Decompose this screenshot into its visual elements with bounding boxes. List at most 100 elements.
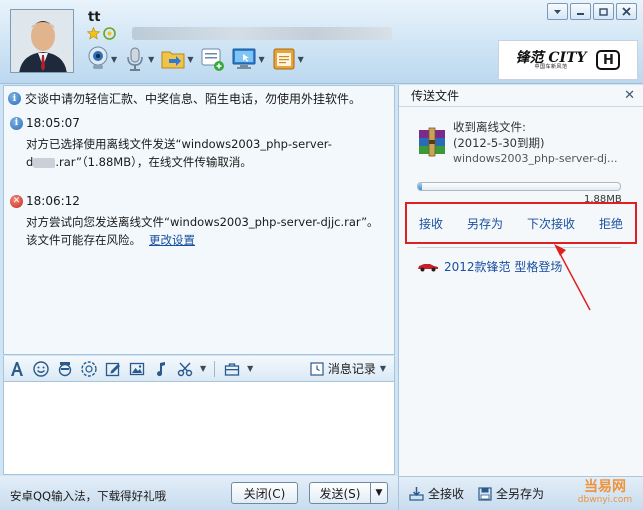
honda-logo-icon: H <box>596 50 621 70</box>
message-line-prefix: d <box>26 155 34 169</box>
chevron-down-icon[interactable]: ▼ <box>148 55 154 64</box>
clock-icon <box>310 361 324 376</box>
expiry-date: (2012-5-30到期) <box>453 136 545 150</box>
divider <box>417 247 621 248</box>
chevron-down-icon[interactable]: ▼ <box>247 364 253 373</box>
screenshot-button[interactable] <box>176 360 194 378</box>
app-panel-button[interactable]: ▼ <box>271 44 304 74</box>
message-time: 18:06:12 <box>26 194 80 208</box>
star-icon[interactable] <box>87 27 100 40</box>
message-record-label: 消息记录 <box>327 362 376 376</box>
received-label: 收到离线文件: <box>453 120 526 134</box>
edit-icon <box>105 362 120 376</box>
menu-icon <box>554 10 561 14</box>
music-button[interactable] <box>152 360 170 378</box>
message-line: 该文件可能存在风险。 <box>26 233 141 247</box>
send-options-button[interactable]: ▼ <box>370 482 388 504</box>
chat-history[interactable]: i 交谈中请勿轻信汇款、中奖信息、陌生电话，勿使用外挂软件。 i 18:05:0… <box>3 85 395 355</box>
close-icon <box>622 7 631 16</box>
input-toolbar: ▼ ▼ 消息记录 ▼ <box>3 356 395 382</box>
receive-all-icon <box>409 487 424 501</box>
header-toolbar: ▼ ▼ ▼ ▼ ▼ <box>86 44 304 74</box>
redacted-text <box>33 157 56 168</box>
minimize-icon <box>577 13 584 15</box>
system-message: ✕ 18:06:12 对方尝试向您发送离线文件“windows2003_php-… <box>10 194 379 249</box>
chevron-down-icon[interactable]: ▼ <box>187 55 193 64</box>
scissors-icon <box>177 362 193 376</box>
error-icon: ✕ <box>10 194 23 208</box>
accept-button[interactable]: 接收 <box>419 215 443 232</box>
emoji-button[interactable] <box>32 360 50 378</box>
save-as-button[interactable]: 另存为 <box>467 215 503 232</box>
image-icon <box>129 362 145 375</box>
webcam-icon <box>88 46 108 69</box>
site-watermark: 当易网 dbwnyi.com <box>569 479 641 507</box>
security-warning: i 交谈中请勿轻信汇款、中奖信息、陌生电话，勿使用外挂软件。 <box>8 90 361 107</box>
ad-link[interactable]: 2012款锋范 型格登场 <box>417 258 562 275</box>
file-actions: 接收 另存为 下次接收 拒绝 <box>405 202 637 244</box>
send-button[interactable]: 发送(S) <box>309 482 371 504</box>
maximize-button[interactable] <box>593 3 614 20</box>
receive-all-button[interactable]: 全接收 <box>409 485 464 502</box>
send-file-button[interactable]: ▼ <box>160 44 193 74</box>
contact-avatar[interactable] <box>10 9 74 73</box>
chevron-down-icon[interactable]: ▼ <box>258 55 264 64</box>
contact-signature <box>132 27 392 40</box>
font-button[interactable] <box>8 360 26 378</box>
chevron-down-icon[interactable]: ▼ <box>111 55 117 64</box>
ad-link-text: 2012款锋范 型格登场 <box>444 260 563 274</box>
monitor-icon <box>232 48 256 69</box>
video-call-button[interactable]: ▼ <box>86 44 117 74</box>
progress-fill <box>418 183 423 190</box>
close-button[interactable] <box>616 3 637 20</box>
file-transfer-panel: 传送文件 ✕ 收到离线文件: (2012-5-30到期) windows2003… <box>398 85 643 510</box>
promo-link[interactable]: 安卓QQ输入法，下载得好礼哦 <box>10 488 166 504</box>
message-input[interactable] <box>3 382 395 475</box>
chevron-down-icon[interactable]: ▼ <box>298 55 304 64</box>
toolbox-button[interactable] <box>223 360 241 378</box>
ad-banner-logo[interactable]: 锋范 CITY 中国车新风范 H <box>498 40 638 80</box>
watermark-title: 当易网 <box>584 479 626 495</box>
message-record-button[interactable]: 消息记录 ▼ <box>310 360 386 377</box>
vip-emoji-button[interactable] <box>56 360 74 378</box>
music-note-icon <box>157 361 165 376</box>
penguin-face-icon <box>58 361 72 376</box>
save-all-label: 全另存为 <box>496 487 545 501</box>
info-icon: i <box>8 92 21 105</box>
microphone-icon <box>127 47 143 71</box>
message-line: 对方尝试向您发送离线文件“windows2003_php-server-djjc… <box>26 215 379 229</box>
window-controls <box>547 3 637 20</box>
close-icon[interactable]: ✕ <box>624 88 635 103</box>
change-settings-link[interactable]: 更改设置 <box>149 233 195 247</box>
chevron-down-icon[interactable]: ▼ <box>200 364 206 373</box>
panel-title: 传送文件 <box>411 89 460 103</box>
create-discussion-button[interactable] <box>199 44 225 74</box>
remote-assist-button[interactable]: ▼ <box>231 44 265 74</box>
toolbar-divider <box>214 360 216 377</box>
discussion-add-icon <box>201 48 225 71</box>
doodle-button[interactable] <box>104 360 122 378</box>
voice-call-button[interactable]: ▼ <box>123 44 154 74</box>
menu-button[interactable] <box>547 3 568 20</box>
receive-all-label: 全接收 <box>428 487 465 501</box>
chevron-down-icon: ▼ <box>375 488 383 498</box>
message-line: 对方已选择使用离线文件发送“windows2003_php-server- <box>26 137 332 151</box>
font-icon <box>11 361 23 376</box>
rar-archive-icon <box>419 127 445 157</box>
minimize-button[interactable] <box>570 3 591 20</box>
file-item: 收到离线文件: (2012-5-30到期) windows2003_php-se… <box>417 119 617 167</box>
magic-emoji-button[interactable] <box>80 360 98 378</box>
save-all-button[interactable]: 全另存为 <box>478 485 544 502</box>
watermark-url: dbwnyi.com <box>577 495 633 505</box>
receive-later-button[interactable]: 下次接收 <box>527 215 575 232</box>
progress-bar <box>417 182 621 191</box>
reject-button[interactable]: 拒绝 <box>599 215 623 232</box>
send-image-button[interactable] <box>128 360 146 378</box>
info-icon: i <box>10 116 23 130</box>
magic-face-icon <box>81 360 97 377</box>
qzone-icon[interactable] <box>103 27 116 40</box>
status-icons <box>87 27 116 40</box>
close-chat-button[interactable]: 关闭(C) <box>231 482 298 504</box>
toolbox-icon <box>225 362 240 376</box>
smiley-icon <box>33 360 49 377</box>
